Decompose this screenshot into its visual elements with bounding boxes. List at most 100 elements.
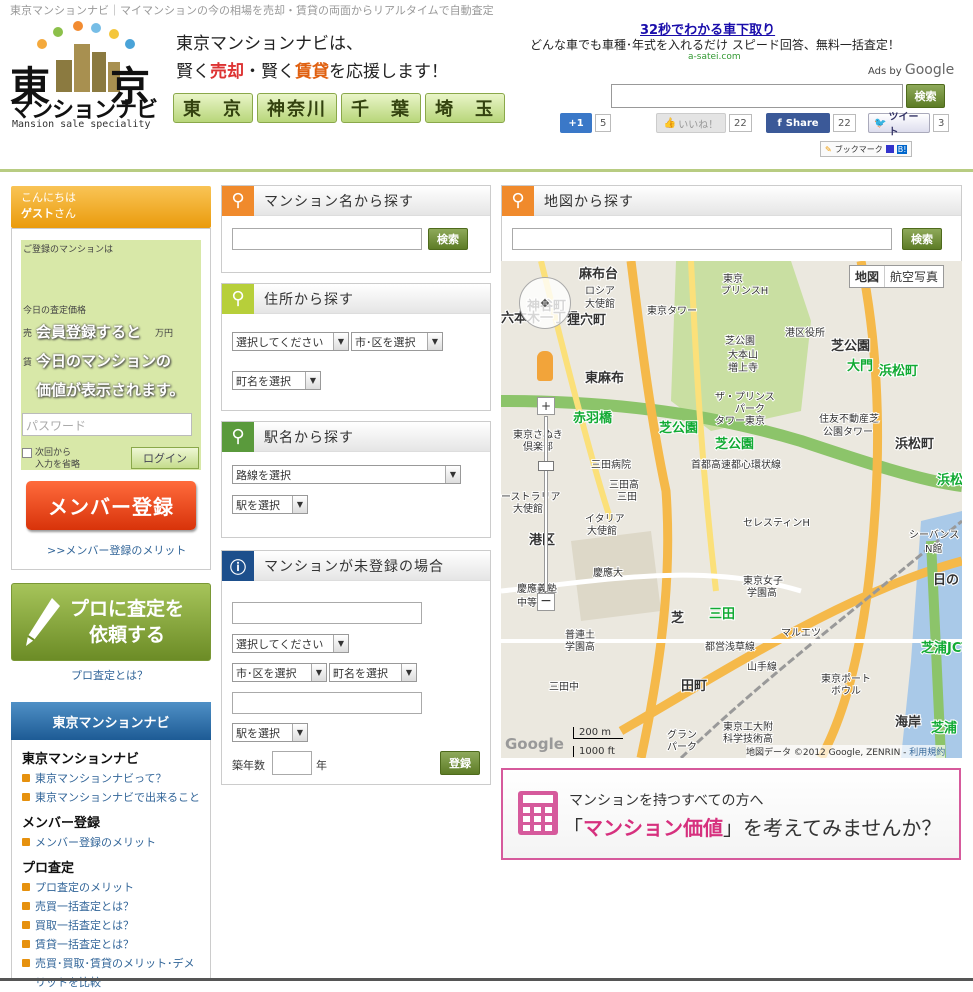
panel-header: ⚲ 地図から探す	[502, 185, 961, 216]
password-field[interactable]: パスワード	[22, 413, 192, 436]
city-select[interactable]: 市･区を選択 ▼	[232, 663, 327, 682]
pro-appraisal-button[interactable]: プロに査定を 依頼する	[11, 583, 211, 661]
nav-title: 東京マンションナビ	[11, 702, 211, 740]
zoom-in-button[interactable]: +	[537, 397, 555, 415]
panel-title: マンションが未登録の場合	[264, 558, 444, 575]
nav-heading: プロ査定	[22, 861, 75, 876]
google-logo[interactable]: Google	[505, 735, 564, 753]
site-logo[interactable]: 東京 マンションナビ Mansion sale speciality	[10, 20, 170, 135]
map-tab[interactable]: 地図	[850, 266, 886, 287]
map-address-input[interactable]	[512, 228, 892, 250]
map-terms-link[interactable]: 利用規約	[909, 748, 945, 758]
ad-url-link[interactable]: a-satei.com	[688, 52, 741, 62]
map-label: 都営浅草線	[705, 640, 755, 653]
pref-select[interactable]: 選択してください ▼	[232, 332, 349, 351]
gplus-button[interactable]: +1	[560, 113, 592, 133]
building-age-input[interactable]	[272, 751, 312, 775]
pref-tokyo-button[interactable]: 東 京	[173, 93, 253, 123]
chevron-down-icon: ▼	[292, 724, 307, 741]
station-select[interactable]: 駅を選択 ▼	[232, 495, 308, 514]
town-select[interactable]: 町名を選択 ▼	[329, 663, 417, 682]
map-label: 芝公園	[659, 420, 698, 436]
pref-chiba-button[interactable]: 千 葉	[341, 93, 421, 123]
map-label: 公園タワー	[823, 426, 873, 438]
select-value: 市･区を選択	[236, 666, 297, 680]
nav-link[interactable]: 買取一括査定とは？	[22, 916, 210, 935]
mansion-name-field[interactable]	[232, 602, 422, 624]
overlay-line: 価値が表示されます。	[36, 381, 185, 399]
tweet-button[interactable]: 🐦 ツイート	[868, 112, 930, 138]
line-select[interactable]: 路線を選択 ▼	[232, 465, 461, 484]
pref-select[interactable]: 選択してください ▼	[232, 634, 349, 653]
magnifier-icon: ⚲	[502, 185, 534, 216]
town-select[interactable]: 町名を選択 ▼	[232, 371, 321, 390]
zoom-slider[interactable]	[544, 416, 548, 592]
map-canvas[interactable]: 麻布台ロシア大使館東京タワー東京プリンスH神谷町六本木一丁目狸穴町芝公園港区役所…	[501, 261, 962, 758]
mansion-value-banner[interactable]: マンションを持つすべての方へ 「マンション価値」を考えてみませんか？	[501, 768, 961, 860]
map-label: 浜松町	[895, 436, 934, 452]
panel-title: 地図から探す	[544, 193, 634, 210]
bookmark-button[interactable]: ✎ ブックマーク B!	[820, 141, 913, 157]
fb-share-widget[interactable]: f Share 22	[766, 113, 856, 133]
nav-link[interactable]: 東京マンションナビで出来ること	[22, 788, 210, 807]
google-map[interactable]: 麻布台ロシア大使館東京タワー東京プリンスH神谷町六本木一丁目狸穴町芝公園港区役所…	[501, 261, 962, 758]
prefecture-buttons: 東 京 神奈川 千 葉 埼 玉	[173, 93, 505, 123]
google-search-button[interactable]: 検索	[906, 84, 945, 108]
map-label: マルエツ	[781, 628, 821, 639]
share-count: 22	[833, 114, 856, 132]
register-button[interactable]: 登録	[440, 751, 480, 775]
map-label: パーク	[667, 741, 697, 753]
select-value: 選択してください	[236, 637, 324, 651]
like-button[interactable]: 👍 いいね！	[656, 113, 726, 133]
address-field[interactable]	[232, 692, 422, 714]
member-register-button[interactable]: メンバー登録	[26, 481, 196, 530]
zoom-out-button[interactable]: −	[537, 593, 555, 611]
mansion-name-input[interactable]	[232, 228, 422, 250]
nav-link[interactable]: プロ査定のメリット	[22, 878, 210, 897]
city-select[interactable]: 市･区を選択 ▼	[351, 332, 443, 351]
remember-checkbox[interactable]	[22, 448, 32, 458]
nav-link[interactable]: 賃貸一括査定とは？	[22, 935, 210, 954]
member-merit-link[interactable]: >>メンバー登録のメリット	[47, 542, 186, 558]
remember-me[interactable]: 次回から 入力を省略	[22, 447, 80, 471]
chevron-down-icon: ▼	[333, 635, 348, 652]
scale-feet: 1000 ft	[573, 746, 623, 757]
like-icon: 👍	[663, 117, 677, 129]
nav-link[interactable]: メンバー登録のメリット	[22, 833, 210, 852]
station-select[interactable]: 駅を選択 ▼	[232, 723, 308, 742]
gplus-widget[interactable]: +1 5	[560, 113, 612, 133]
ads-by-google[interactable]: Ads by Google	[868, 62, 954, 78]
select-value: 市･区を選択	[355, 335, 416, 349]
today-price-label: 今日の査定価格	[23, 306, 87, 316]
aerial-tab[interactable]: 航空写真	[885, 266, 943, 287]
map-search-panel: ⚲ 地図から探す 検索	[501, 185, 962, 261]
map-search-button[interactable]: 検索	[902, 228, 942, 250]
tweet-widget[interactable]: 🐦 ツイート 3	[868, 112, 950, 138]
google-search-input[interactable]	[611, 84, 903, 108]
name-search-button[interactable]: 検索	[428, 228, 468, 250]
like-widget[interactable]: 👍 いいね！ 22	[656, 113, 752, 133]
pro-appraisal-what-link[interactable]: プロ査定とは？	[71, 667, 148, 683]
zoom-slider-thumb[interactable]	[538, 461, 554, 471]
pegman-icon[interactable]	[537, 351, 553, 381]
pro-line-2: 依頼する	[89, 624, 166, 646]
pref-kanagawa-button[interactable]: 神奈川	[257, 93, 337, 123]
map-label: 東京ポート	[821, 672, 871, 685]
fb-share-button[interactable]: f Share	[766, 113, 830, 133]
pref-saitama-button[interactable]: 埼 玉	[425, 93, 505, 123]
intro-line-1: 東京マンションナビは、	[176, 34, 363, 54]
nav-link[interactable]: 売買一括査定とは？	[22, 897, 210, 916]
site-intro: 東京マンションナビは、 賢く売却・賢く賃貸を応援します！	[176, 30, 448, 86]
map-label: ーストラリア	[501, 491, 561, 503]
map-label: ボウル	[831, 685, 861, 697]
login-button[interactable]: ログイン	[131, 447, 199, 469]
pan-control[interactable]: ✥	[519, 277, 571, 329]
map-label: 慶應大	[593, 566, 623, 579]
map-credit-text: 地図データ ©2012 Google, ZENRIN -	[746, 748, 907, 758]
nav-link[interactable]: 東京マンションナビって？	[22, 769, 210, 788]
header-divider	[0, 169, 973, 172]
tweet-count: 3	[933, 114, 950, 132]
magnifier-icon: ⚲	[222, 185, 254, 216]
nav-link-continued[interactable]: リットを比較	[22, 973, 210, 992]
nav-link[interactable]: 売買･買取･賃貸のメリット･デメ	[22, 954, 210, 973]
